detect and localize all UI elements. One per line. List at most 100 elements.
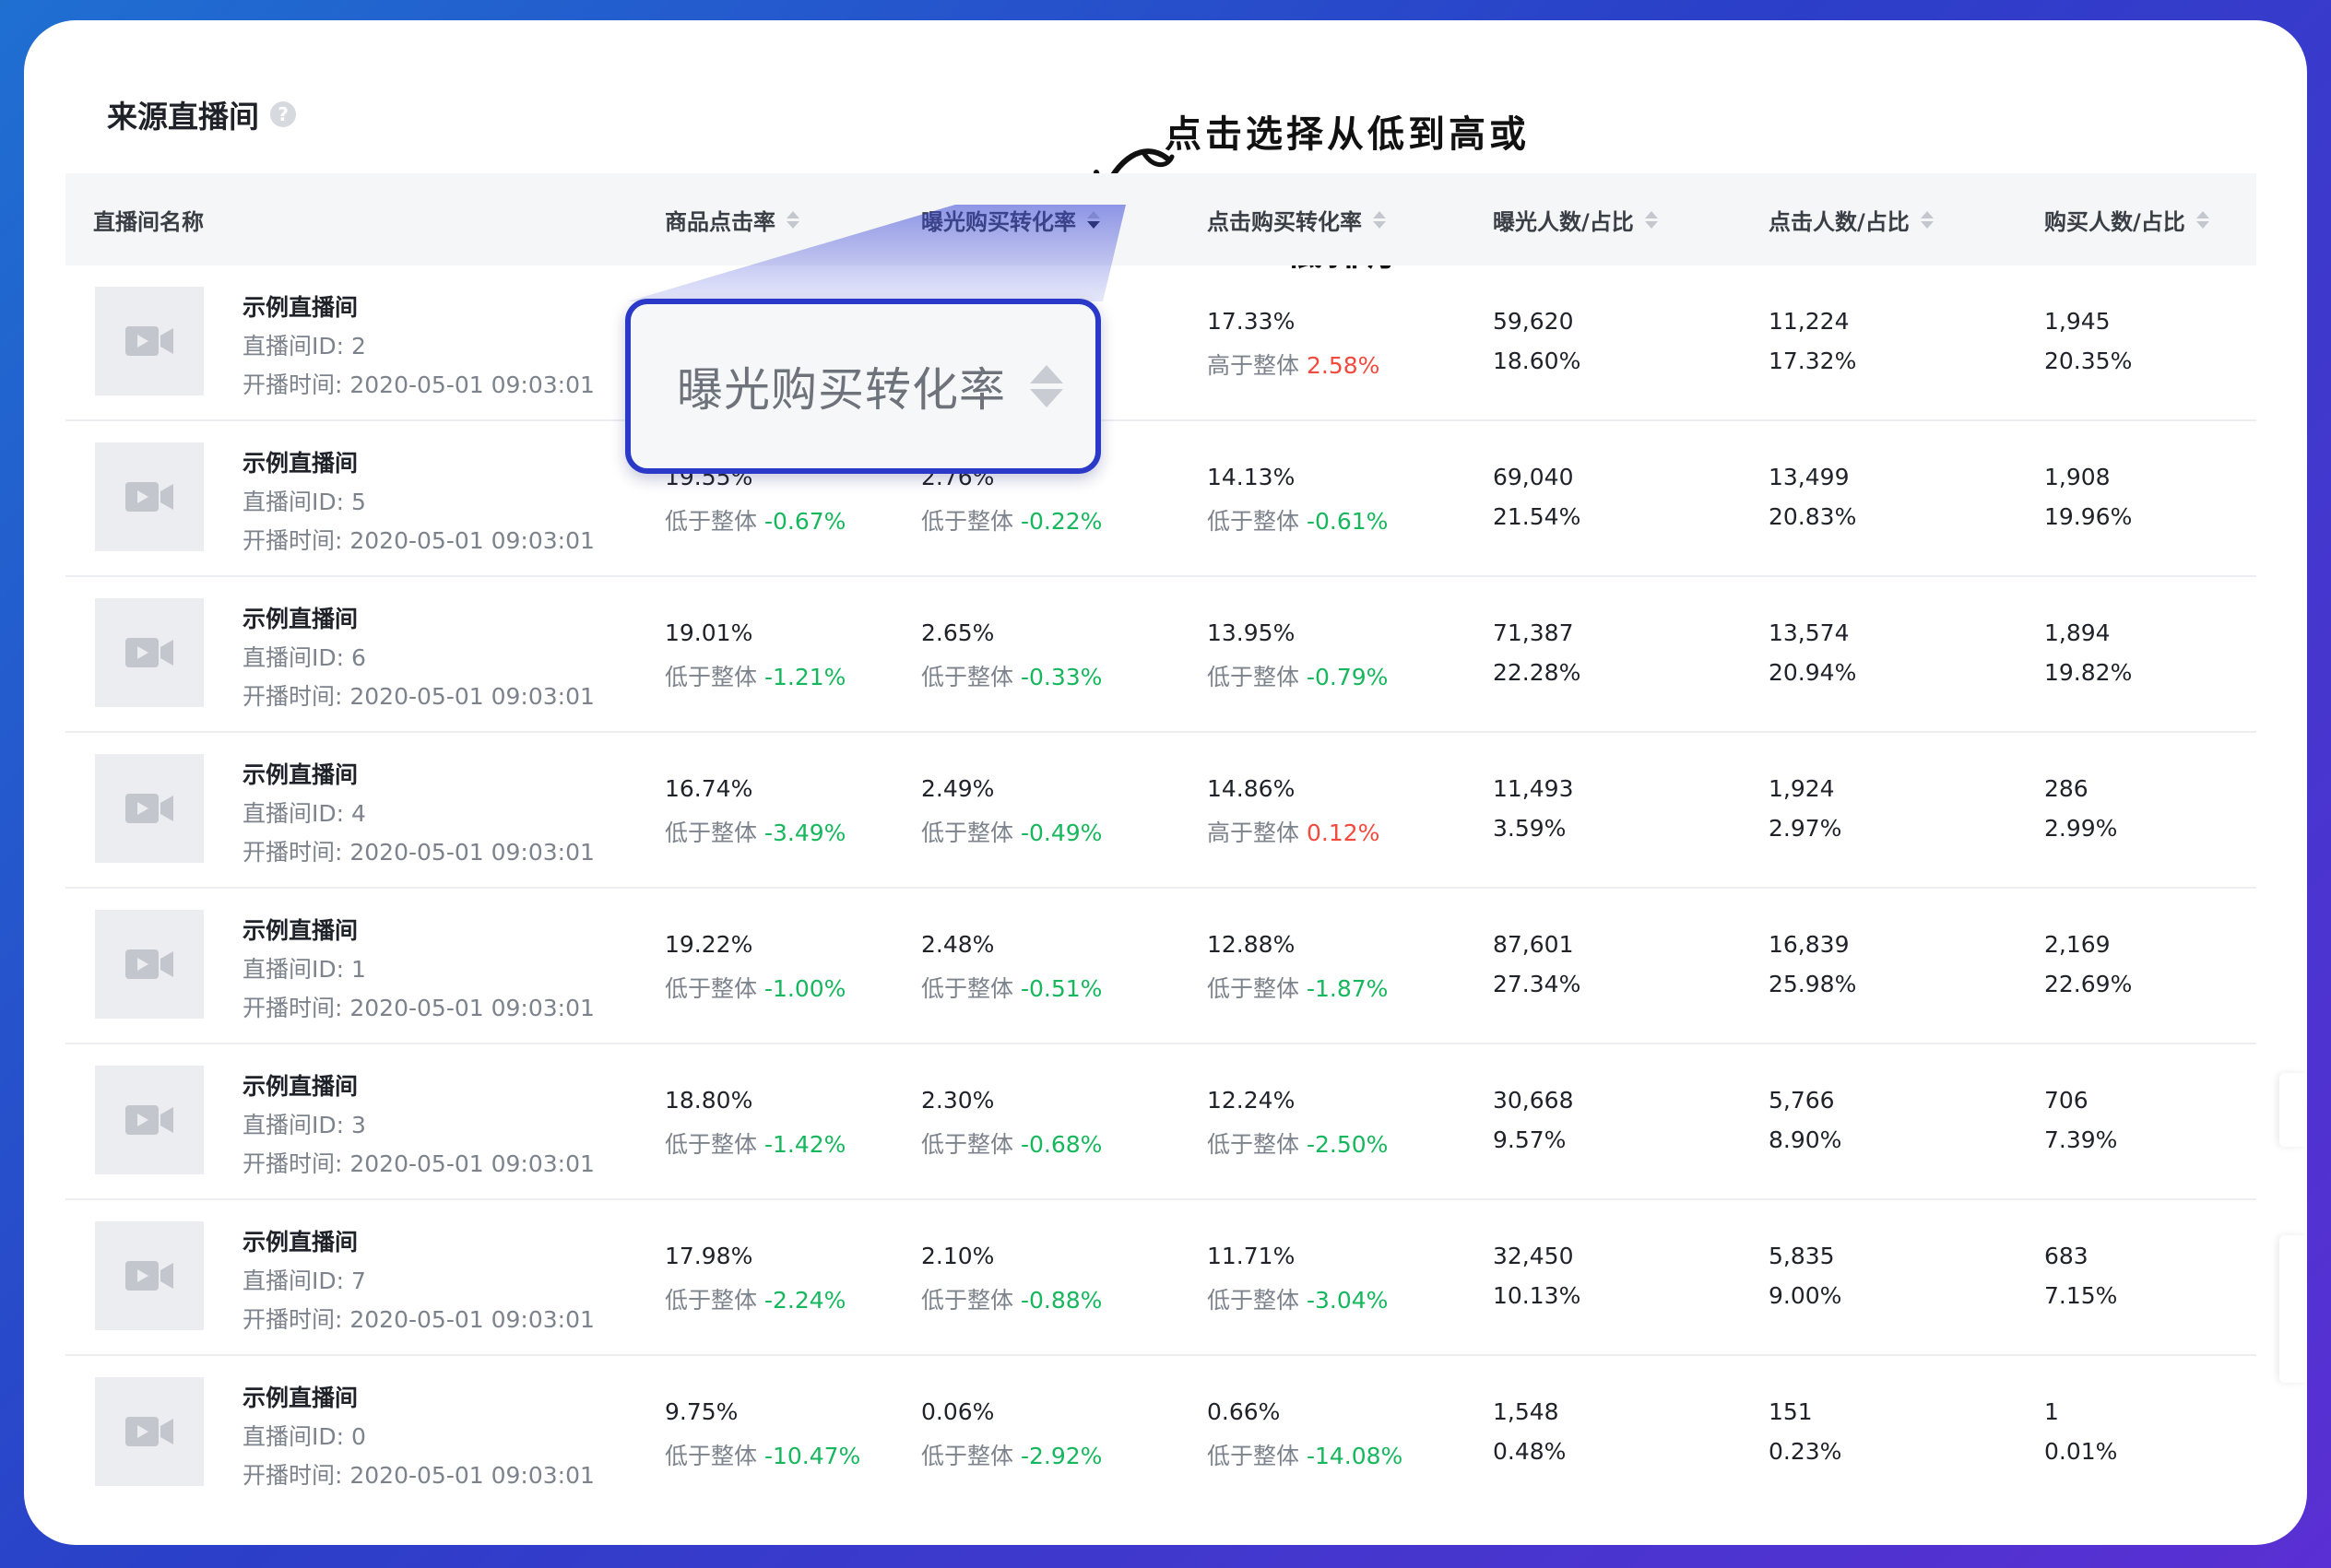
rate-cell: 19.55% 低于整体 -0.67%: [665, 464, 846, 536]
room-start-time: 开播时间: 2020-05-01 09:03:01: [243, 1150, 595, 1177]
rate-compare: 高于整体 0.12%: [1207, 815, 1379, 848]
count-cell: 1,945 20.35%: [2044, 308, 2132, 374]
col-header-expo-users[interactable]: 曝光人数/占比: [1493, 173, 1658, 265]
count-value: 1,945: [2044, 308, 2111, 335]
room-name[interactable]: 示例直播间: [243, 913, 358, 946]
room-name[interactable]: 示例直播间: [243, 601, 358, 634]
video-camera-icon: [125, 1417, 173, 1446]
col-header-expo-conv[interactable]: 曝光购买转化率: [921, 173, 1100, 265]
room-start-time: 开播时间: 2020-05-01 09:03:01: [243, 371, 595, 398]
rate-compare: 低于整体 -0.61%: [1207, 503, 1388, 536]
count-share: 7.15%: [2044, 1282, 2118, 1309]
count-share: 18.60%: [1493, 348, 1581, 374]
table-body: 示例直播间 直播间ID: 2 开播时间: 2020-05-01 09:03:01…: [65, 265, 2256, 1487]
col-header-buy-users[interactable]: 购买人数/占比: [2044, 173, 2209, 265]
sort-icon[interactable]: [787, 210, 799, 229]
room-start-time: 开播时间: 2020-05-01 09:03:01: [243, 683, 595, 710]
room-name[interactable]: 示例直播间: [243, 1068, 358, 1102]
rate-value: 9.75%: [665, 1398, 739, 1425]
rate-cell: 2.30% 低于整体 -0.68%: [921, 1087, 1102, 1160]
sort-icon[interactable]: [2195, 210, 2209, 229]
rate-cell: 19.01% 低于整体 -1.21%: [665, 619, 846, 692]
table-row[interactable]: 示例直播间 直播间ID: 4 开播时间: 2020-05-01 09:03:01…: [65, 733, 2256, 889]
count-cell: 1,548 0.48%: [1493, 1398, 1566, 1465]
count-value: 13,499: [1769, 464, 1850, 490]
count-value: 706: [2044, 1087, 2088, 1114]
table-row[interactable]: 示例直播间 直播间ID: 5 开播时间: 2020-05-01 09:03:01…: [65, 421, 2256, 577]
rate-compare: 低于整体 -2.92%: [921, 1438, 1102, 1471]
compare-delta: -0.68%: [1020, 1131, 1103, 1158]
count-cell: 151 0.23%: [1769, 1398, 1841, 1465]
compare-delta: -2.50%: [1306, 1131, 1389, 1158]
rate-compare: 低于整体 -3.04%: [1207, 1282, 1388, 1315]
col-header-name: 直播间名称: [93, 173, 204, 265]
rate-value: 12.24%: [1207, 1087, 1296, 1114]
sort-icon[interactable]: [1920, 210, 1934, 229]
rate-cell: 14.86% 高于整体 0.12%: [1207, 775, 1379, 848]
count-cell: 5,835 9.00%: [1769, 1243, 1841, 1309]
count-cell: 11,493 3.59%: [1493, 775, 1573, 842]
compare-label: 低于整体: [921, 819, 1014, 846]
question-circle-icon[interactable]: ?: [270, 101, 296, 127]
table-row[interactable]: 示例直播间 直播间ID: 3 开播时间: 2020-05-01 09:03:01…: [65, 1044, 2256, 1200]
rate-cell: 12.24% 低于整体 -2.50%: [1207, 1087, 1388, 1160]
count-cell: 32,450 10.13%: [1493, 1243, 1580, 1309]
table-row[interactable]: 示例直播间 直播间ID: 6 开播时间: 2020-05-01 09:03:01…: [65, 577, 2256, 733]
rate-compare: 低于整体 -0.67%: [665, 503, 846, 536]
col-header-ctr[interactable]: 商品点击率: [665, 173, 799, 265]
room-name[interactable]: 示例直播间: [243, 1380, 358, 1413]
compare-label: 低于整体: [1207, 1443, 1300, 1469]
count-share: 19.82%: [2044, 659, 2133, 686]
table-row[interactable]: 示例直播间 直播间ID: 0 开播时间: 2020-05-01 09:03:01…: [65, 1356, 2256, 1487]
room-start-time: 开播时间: 2020-05-01 09:03:01: [243, 1306, 595, 1333]
rate-cell: 13.95% 低于整体 -0.79%: [1207, 619, 1388, 692]
rate-value: 19.01%: [665, 619, 753, 646]
compare-label: 低于整体: [921, 1131, 1014, 1158]
col-header-label: 曝光购买转化率: [921, 208, 1076, 235]
compare-label: 低于整体: [921, 508, 1014, 535]
count-share: 22.28%: [1493, 659, 1581, 686]
source-rooms-table: 直播间名称 商品点击率 曝光购买转化率 点击购买转化率 曝光人数/占比 点击人数…: [65, 173, 2256, 1487]
count-cell: 59,620 18.60%: [1493, 308, 1580, 374]
side-scroll-tab[interactable]: [2279, 1235, 2307, 1383]
col-header-click-conv[interactable]: 点击购买转化率: [1207, 173, 1386, 265]
table-row[interactable]: 示例直播间 直播间ID: 7 开播时间: 2020-05-01 09:03:01…: [65, 1200, 2256, 1356]
rate-value: 14.86%: [1207, 775, 1296, 802]
count-share: 0.01%: [2044, 1438, 2118, 1465]
count-value: 1,548: [1493, 1398, 1559, 1425]
count-cell: 16,839 25.98%: [1769, 931, 1856, 997]
count-value: 16,839: [1769, 931, 1850, 958]
count-share: 21.54%: [1493, 503, 1581, 530]
count-cell: 1,908 19.96%: [2044, 464, 2132, 530]
rate-compare: 低于整体 -10.47%: [665, 1438, 860, 1471]
sort-icon[interactable]: [1087, 210, 1100, 229]
rate-cell: 2.48% 低于整体 -0.51%: [921, 931, 1102, 1004]
col-header-label: 曝光人数/占比: [1493, 208, 1634, 235]
side-scroll-tab[interactable]: [2279, 1073, 2307, 1147]
col-header-click-users[interactable]: 点击人数/占比: [1769, 173, 1934, 265]
count-cell: 683 7.15%: [2044, 1243, 2117, 1309]
count-share: 20.83%: [1769, 503, 1857, 530]
room-name[interactable]: 示例直播间: [243, 445, 358, 478]
room-name[interactable]: 示例直播间: [243, 1224, 358, 1257]
compare-delta: -0.49%: [1020, 819, 1103, 846]
count-share: 3.59%: [1493, 815, 1567, 842]
rate-compare: 低于整体 -0.49%: [921, 815, 1102, 848]
table-row[interactable]: 示例直播间 直播间ID: 1 开播时间: 2020-05-01 09:03:01…: [65, 889, 2256, 1044]
compare-delta: -1.21%: [763, 664, 846, 690]
sort-icon[interactable]: [1644, 210, 1658, 229]
room-name[interactable]: 示例直播间: [243, 757, 358, 790]
count-cell: 286 2.99%: [2044, 775, 2117, 842]
rate-compare: 低于整体 -1.42%: [665, 1126, 846, 1160]
zoomed-column-header: 曝光购买转化率: [625, 299, 1101, 474]
sort-icon[interactable]: [1373, 210, 1386, 229]
video-camera-icon: [125, 482, 173, 512]
count-value: 683: [2044, 1243, 2088, 1269]
video-camera-icon: [125, 1261, 173, 1291]
count-share: 2.99%: [2044, 815, 2118, 842]
rate-value: 17.33%: [1207, 308, 1296, 335]
count-cell: 71,387 22.28%: [1493, 619, 1580, 686]
compare-label: 低于整体: [1207, 1131, 1300, 1158]
table-row[interactable]: 示例直播间 直播间ID: 2 开播时间: 2020-05-01 09:03:01…: [65, 265, 2256, 421]
room-name[interactable]: 示例直播间: [243, 289, 358, 323]
